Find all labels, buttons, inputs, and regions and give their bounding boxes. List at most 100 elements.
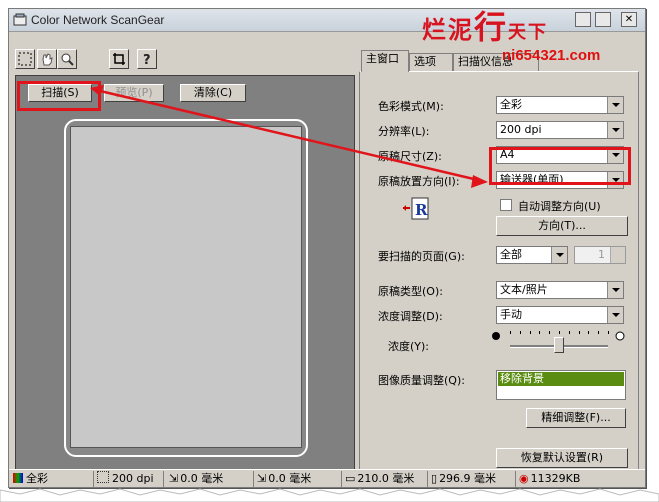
slider-tick: [519, 331, 521, 334]
quality-selected-item[interactable]: 移除背景: [498, 372, 624, 386]
original-size-label: 原稿尺寸(Z):: [378, 150, 442, 163]
auto-orientation-checkbox[interactable]: [500, 199, 512, 211]
slider-thumb[interactable]: [554, 337, 564, 353]
slider-tick: [559, 331, 560, 334]
page-preview[interactable]: [70, 126, 302, 448]
svg-text:?: ?: [143, 53, 151, 66]
color-mode-label: 色彩模式(M):: [378, 100, 444, 113]
orientation-label: 原稿放置方向(I):: [378, 175, 460, 188]
slider-tick: [539, 331, 541, 334]
status-y-text: 0.0 毫米: [268, 472, 312, 485]
help-button[interactable]: ?: [137, 49, 157, 69]
page-count-spinner[interactable]: 1: [574, 246, 626, 264]
slider-tick: [549, 331, 551, 334]
slider-tick: [578, 331, 580, 334]
dpi-icon: [97, 471, 109, 483]
status-color: 全彩: [13, 471, 94, 487]
width-icon: ▭: [345, 472, 356, 485]
tab-main[interactable]: 主窗口: [361, 50, 409, 72]
original-type-label: 原稿类型(O):: [378, 285, 443, 298]
watermark-char-1: 烂: [422, 15, 448, 44]
window-title: Color Network ScanGear: [31, 13, 165, 27]
status-x-text: 0.0 毫米: [180, 472, 224, 485]
status-height-text: 296.9 毫米: [439, 472, 497, 485]
crop-icon: [113, 53, 125, 65]
watermark-char-5: 下: [528, 22, 549, 43]
close-button[interactable]: ✕: [621, 12, 637, 27]
pages-value: 全部: [500, 248, 522, 261]
chevron-down-icon: [607, 282, 623, 298]
status-dpi: 200 dpi: [97, 471, 164, 487]
question-icon: ?: [143, 53, 151, 66]
watermark-text: 烂泥行天下: [422, 2, 548, 48]
slider-tick: [598, 331, 600, 334]
crop-tool[interactable]: [109, 49, 129, 69]
scan-button-highlight: [17, 81, 101, 111]
hand-tool[interactable]: [37, 49, 57, 69]
status-size-text: 11329KB: [530, 472, 581, 485]
maximize-button[interactable]: [595, 12, 611, 27]
main-tab-body: 色彩模式(M): 全彩 分辨率(L): 200 dpi 原稿尺寸(Z): A4 …: [359, 71, 639, 483]
slider-tick: [588, 331, 590, 334]
color-mode-value: 全彩: [500, 98, 522, 111]
watermark-char-3: 行: [474, 8, 509, 46]
status-size: ◉ 11329KB: [519, 471, 595, 487]
watermark-char-2: 泥: [448, 15, 474, 44]
orientation-r-icon: R: [403, 197, 429, 220]
original-type-select[interactable]: 文本/照片: [496, 281, 624, 299]
settings-panel: 主窗口 选项 扫描仪信息 色彩模式(M): 全彩 分辨率(L): 200 dpi…: [359, 49, 639, 485]
orientation-highlight: [489, 147, 631, 185]
pages-select[interactable]: 全部: [496, 246, 568, 264]
resolution-select[interactable]: 200 dpi: [496, 121, 624, 139]
direction-button[interactable]: 方向(T)...: [496, 216, 628, 236]
torn-edge: [0, 488, 659, 502]
quality-list[interactable]: 移除背景: [496, 370, 626, 400]
density-adjust-value: 手动: [500, 308, 522, 321]
preview-button[interactable]: 预览(P): [104, 84, 164, 102]
chevron-down-icon: [607, 122, 623, 138]
restore-defaults-button[interactable]: 恢复默认设置(R): [496, 448, 628, 468]
title-bar[interactable]: Color Network ScanGear ✕: [9, 9, 645, 32]
dark-dot-icon: [492, 332, 500, 340]
status-y: ⇲ 0.0 毫米: [257, 471, 342, 487]
svg-text:R: R: [415, 201, 428, 219]
watermark-url: ni654321.com: [502, 47, 601, 64]
slider-tick: [608, 331, 609, 334]
status-color-text: 全彩: [26, 472, 48, 485]
x-offset-icon: ⇲: [169, 472, 179, 485]
density-label: 浓度(Y):: [388, 340, 430, 353]
resolution-label: 分辨率(L):: [378, 125, 430, 138]
status-height: ▯ 296.9 毫米: [431, 471, 516, 487]
fine-tune-button[interactable]: 精细调整(F)...: [526, 408, 626, 428]
original-type-value: 文本/照片: [500, 283, 548, 296]
slider-tick: [568, 331, 570, 334]
height-icon: ▯: [431, 472, 438, 485]
watermark-char-4: 天: [508, 22, 529, 43]
chevron-down-icon: [607, 97, 623, 113]
magnifier-icon: [61, 53, 74, 66]
minimize-button[interactable]: [575, 12, 591, 27]
density-slider[interactable]: [508, 326, 610, 362]
file-size-icon: ◉: [519, 472, 529, 485]
resolution-value: 200 dpi: [500, 123, 542, 136]
zoom-tool[interactable]: [57, 49, 77, 69]
status-width: ▭ 210.0 毫米: [345, 471, 428, 487]
preview-area[interactable]: 扫描(S) 预览(P) 清除(C): [15, 75, 355, 485]
hand-icon: [42, 53, 53, 66]
slider-tick: [529, 331, 531, 334]
status-width-text: 210.0 毫米: [357, 472, 415, 485]
status-bar: 全彩 200 dpi ⇲ 0.0 毫米 ⇲ 0.0 毫米 ▭ 210.0 毫米 ▯ 29…: [9, 469, 645, 487]
select-area-tool[interactable]: [15, 49, 35, 69]
y-offset-icon: ⇲: [257, 472, 267, 485]
tab-options[interactable]: 选项: [409, 53, 453, 71]
spinner-arrows-icon: [610, 247, 625, 263]
page-count-value: 1: [598, 248, 605, 261]
color-mode-select[interactable]: 全彩: [496, 96, 624, 114]
clear-button[interactable]: 清除(C): [180, 84, 246, 102]
scangear-window: Color Network ScanGear ✕ ? 扫描(S) 预览(P) 清…: [8, 8, 646, 488]
density-adjust-select[interactable]: 手动: [496, 306, 624, 324]
scanner-app-icon: [13, 13, 27, 26]
density-adjust-label: 浓度调整(D):: [378, 310, 443, 323]
auto-orientation-label: 自动调整方向(U): [518, 200, 601, 213]
slider-tick: [510, 331, 511, 334]
